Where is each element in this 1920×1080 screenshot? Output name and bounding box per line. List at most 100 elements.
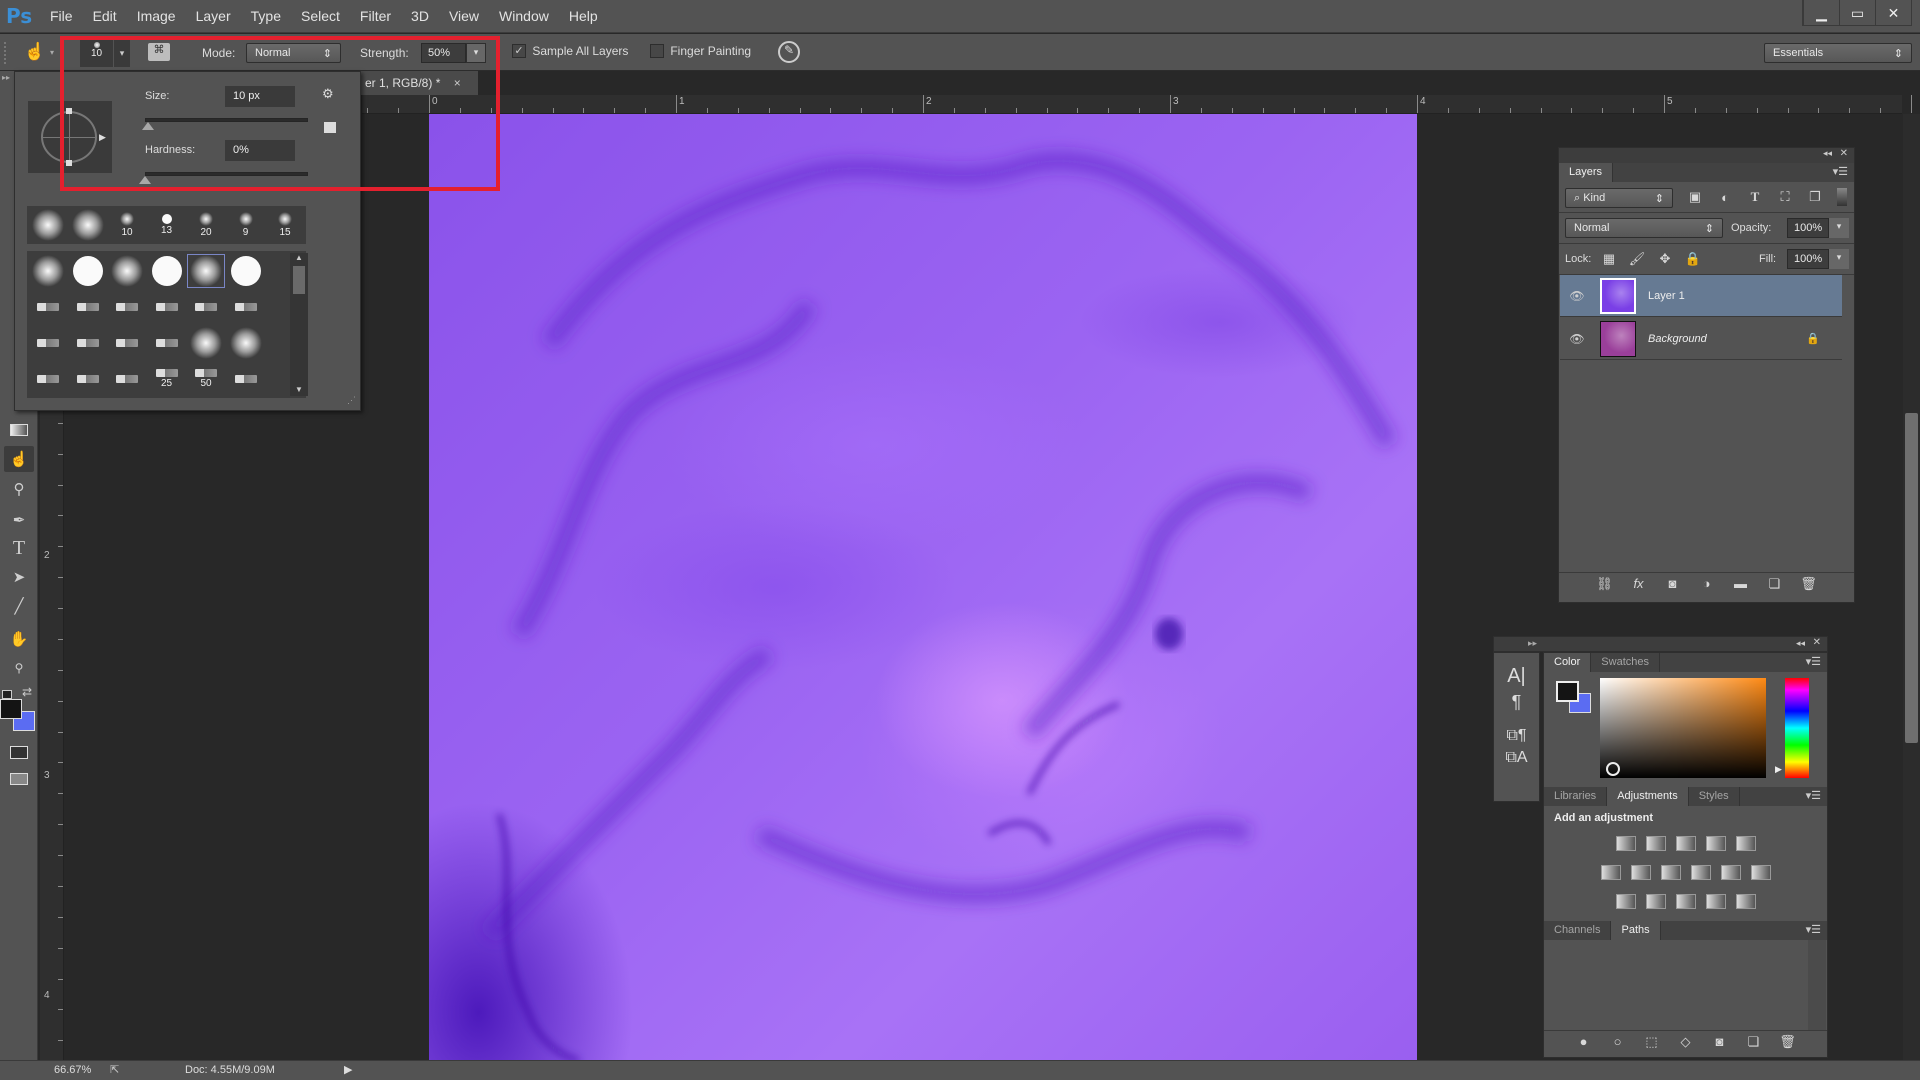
invert-icon[interactable] — [1615, 894, 1636, 909]
tab-paths[interactable]: Paths — [1611, 921, 1661, 940]
color-field[interactable] — [1600, 678, 1766, 778]
brush-preset[interactable] — [227, 254, 265, 288]
photo-filter-icon[interactable] — [1690, 865, 1711, 880]
brush-preset[interactable] — [29, 208, 67, 242]
brush-preset[interactable] — [148, 290, 186, 324]
paths-scrollbar[interactable] — [1808, 940, 1826, 1030]
brush-preset[interactable] — [69, 362, 107, 396]
levels-icon[interactable] — [1645, 836, 1666, 851]
brush-preset[interactable] — [108, 362, 146, 396]
menu-window[interactable]: Window — [489, 8, 559, 24]
brush-preset[interactable] — [29, 290, 67, 324]
foreground-color-swatch[interactable] — [0, 699, 22, 719]
color-picker-cursor[interactable] — [1606, 762, 1620, 776]
brush-preset[interactable] — [69, 254, 107, 288]
hand-tool[interactable]: ✋ — [4, 626, 34, 652]
gradient-tool[interactable] — [4, 417, 34, 443]
brush-preset[interactable] — [187, 326, 225, 360]
options-grip[interactable] — [4, 42, 8, 64]
brush-preset[interactable] — [187, 290, 225, 324]
menu-view[interactable]: View — [439, 8, 489, 24]
tab-swatches[interactable]: Swatches — [1591, 653, 1660, 672]
layer-name[interactable]: Layer 1 — [1648, 290, 1842, 302]
exposure-icon[interactable] — [1705, 836, 1726, 851]
collapse-dock-icon[interactable]: ◂◂ — [1796, 638, 1805, 649]
visibility-eye-icon[interactable]: 👁 — [1560, 332, 1594, 346]
delete-path-icon[interactable]: 🗑 — [1778, 1033, 1798, 1051]
brush-preset[interactable]: 13 — [148, 208, 186, 242]
layer-thumbnail[interactable] — [1600, 320, 1636, 357]
lock-transparent-icon[interactable]: ▦ — [1599, 250, 1619, 268]
selective-color-icon[interactable] — [1705, 894, 1726, 909]
default-colors-icon[interactable] — [2, 690, 12, 699]
status-menu-arrow-icon[interactable]: ▶ — [344, 1063, 352, 1076]
menu-help[interactable]: Help — [559, 8, 608, 24]
expand-toolbar-icon[interactable]: ▸▸ — [2, 73, 10, 82]
brush-preset[interactable] — [227, 362, 265, 396]
filter-toggle[interactable] — [1837, 188, 1847, 206]
menu-type[interactable]: Type — [241, 8, 291, 24]
screen-mode-button[interactable] — [4, 766, 34, 792]
hue-slider[interactable] — [1785, 678, 1809, 778]
filter-smart-object-icon[interactable]: ❐ — [1805, 188, 1825, 206]
color-lookup-icon[interactable] — [1750, 865, 1771, 880]
hue-saturation-icon[interactable] — [1600, 865, 1621, 880]
paragraph-panel-icon[interactable]: ¶ — [1494, 692, 1539, 713]
tab-adjustments[interactable]: Adjustments — [1607, 787, 1689, 806]
tab-styles[interactable]: Styles — [1689, 787, 1740, 806]
layer-style-fx-icon[interactable]: fx — [1629, 575, 1649, 593]
visibility-eye-icon[interactable]: 👁 — [1560, 289, 1594, 303]
close-button[interactable]: ✕ — [1875, 0, 1911, 26]
brush-preset[interactable] — [108, 254, 146, 288]
vibrance-icon[interactable] — [1735, 836, 1756, 851]
quick-mask-button[interactable] — [4, 739, 34, 765]
brush-preset[interactable] — [187, 254, 225, 288]
brush-preset[interactable]: 9 — [227, 208, 265, 242]
brush-preset[interactable]: 20 — [187, 208, 225, 242]
stroke-path-icon[interactable]: ○ — [1608, 1033, 1628, 1051]
scroll-down-icon[interactable]: ▼ — [290, 385, 308, 394]
lock-all-icon[interactable]: 🔒 — [1683, 250, 1703, 268]
collapse-panel-icon[interactable]: ◂◂ — [1823, 148, 1832, 159]
zoom-level[interactable]: 66.67% — [54, 1064, 91, 1076]
brush-preset[interactable] — [227, 290, 265, 324]
finger-painting-checkbox[interactable]: Finger Painting — [650, 43, 751, 58]
filter-adjustment-icon[interactable]: ◐ — [1715, 188, 1735, 206]
new-group-icon[interactable]: ▬ — [1731, 575, 1751, 593]
brush-preset[interactable] — [29, 362, 67, 396]
hue-slider-marker-icon[interactable]: ▶ — [1775, 764, 1782, 775]
new-adjustment-layer-icon[interactable]: ◑ — [1697, 575, 1717, 593]
panel-menu-icon[interactable]: ▾☰ — [1833, 165, 1848, 178]
share-icon[interactable]: ⇱ — [110, 1063, 119, 1076]
brightness-contrast-icon[interactable] — [1615, 836, 1636, 851]
minimize-button[interactable]: ▁ — [1803, 0, 1839, 26]
presets-scrollbar[interactable]: ▲ ▼ — [290, 253, 308, 396]
pen-tool[interactable]: ✒ — [4, 507, 34, 533]
document-canvas[interactable] — [429, 114, 1417, 1060]
menu-filter[interactable]: Filter — [350, 8, 401, 24]
workspace-select[interactable]: Essentials ⇕ — [1764, 43, 1912, 63]
threshold-icon[interactable] — [1675, 894, 1696, 909]
brush-preset[interactable] — [69, 326, 107, 360]
black-white-icon[interactable] — [1660, 865, 1681, 880]
paragraph-styles-icon[interactable]: ⧉¶ — [1494, 727, 1539, 745]
delete-layer-icon[interactable]: 🗑 — [1799, 575, 1819, 593]
channel-mixer-icon[interactable] — [1720, 865, 1741, 880]
path-to-selection-icon[interactable]: ⬚ — [1642, 1033, 1662, 1051]
fill-input[interactable]: 100% — [1787, 249, 1829, 269]
opacity-dropdown-icon[interactable]: ▾ — [1829, 218, 1849, 238]
panel-menu-icon[interactable]: ▾☰ — [1806, 923, 1821, 936]
brush-preset[interactable] — [108, 326, 146, 360]
curves-icon[interactable] — [1675, 836, 1696, 851]
blend-mode-select[interactable]: Normal ⇕ — [1565, 218, 1723, 238]
character-panel-icon[interactable]: A| — [1494, 665, 1539, 688]
brush-preset[interactable] — [29, 326, 67, 360]
link-layers-icon[interactable]: ⛓ — [1595, 575, 1615, 593]
brush-preset[interactable] — [69, 290, 107, 324]
menu-3d[interactable]: 3D — [401, 8, 439, 24]
menu-image[interactable]: Image — [127, 8, 186, 24]
character-styles-icon[interactable]: ⧉A — [1494, 749, 1539, 767]
fill-path-icon[interactable]: ● — [1574, 1033, 1594, 1051]
layer-name[interactable]: Background — [1648, 333, 1806, 345]
fill-dropdown-icon[interactable]: ▾ — [1829, 249, 1849, 269]
